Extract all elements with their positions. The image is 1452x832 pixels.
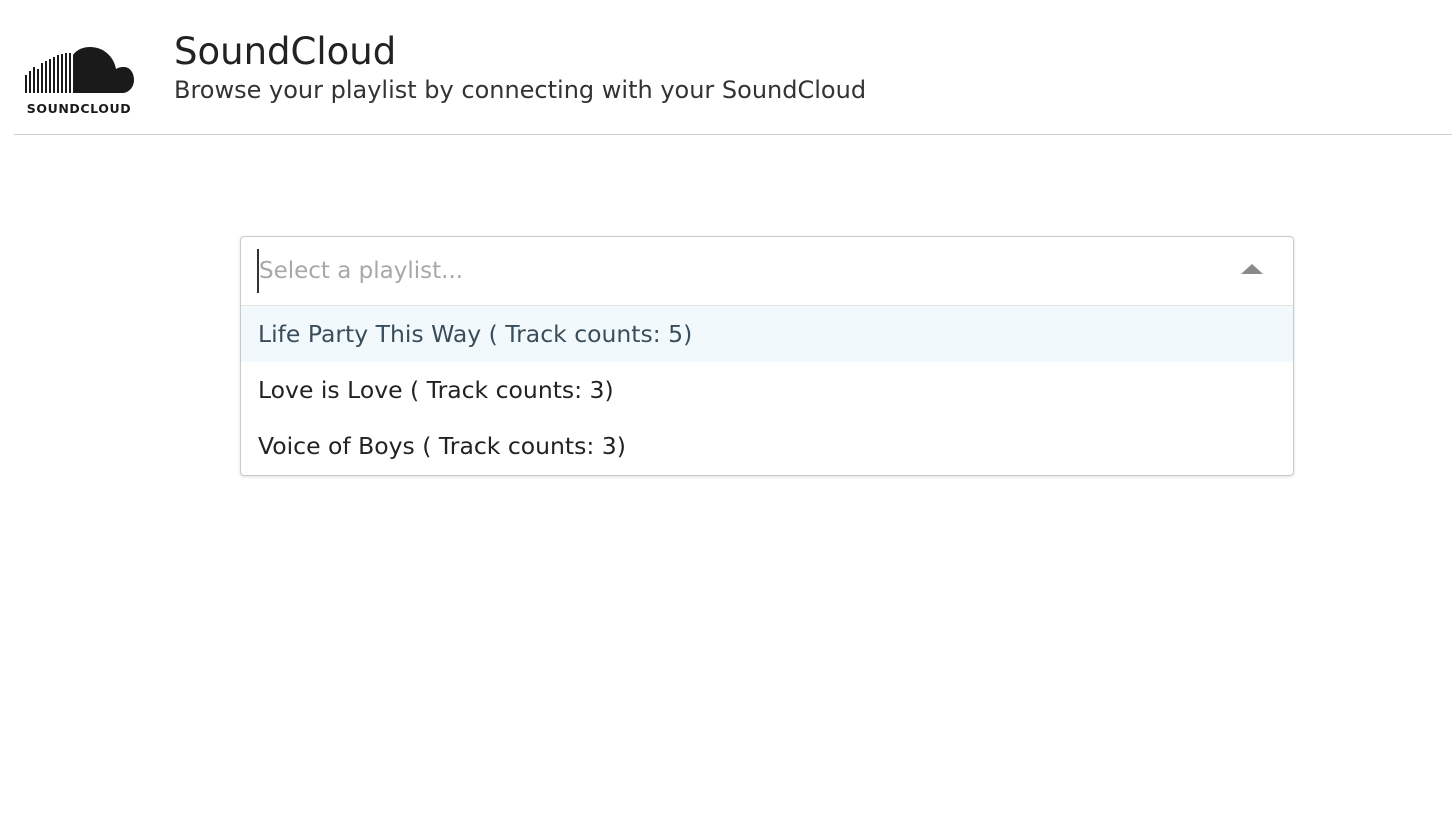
playlist-option[interactable]: Voice of Boys ( Track counts: 3) xyxy=(241,418,1293,474)
caret-up-icon[interactable] xyxy=(1241,264,1263,274)
soundcloud-cloud-logo-icon xyxy=(24,45,134,103)
page-subtitle: Browse your playlist by connecting with … xyxy=(174,76,867,104)
soundcloud-logo[interactable]: SOUNDCLOUD xyxy=(24,45,134,119)
playlist-option[interactable]: Love is Love ( Track counts: 3) xyxy=(241,362,1293,418)
page-title: SoundCloud xyxy=(174,30,397,73)
playlist-select[interactable]: Life Party This Way ( Track counts: 5) L… xyxy=(240,236,1294,476)
logo-wordmark: SOUNDCLOUD xyxy=(26,101,132,116)
playlist-select-control[interactable] xyxy=(241,237,1293,306)
playlist-option[interactable]: Life Party This Way ( Track counts: 5) xyxy=(241,306,1293,362)
playlist-search-input[interactable] xyxy=(257,249,1199,293)
playlist-options-menu: Life Party This Way ( Track counts: 5) L… xyxy=(241,306,1293,474)
page-header: SOUNDCLOUD SoundCloud Browse your playli… xyxy=(14,0,1452,135)
